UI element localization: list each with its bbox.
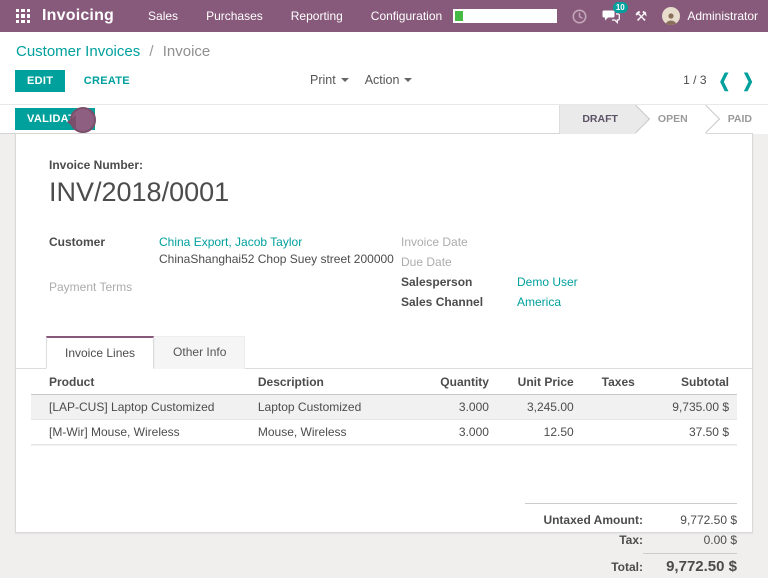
cell-quantity: 3.000 [419, 419, 497, 445]
user-menu[interactable]: Administrator [687, 9, 758, 23]
breadcrumb: Customer Invoices / Invoice [0, 32, 768, 62]
col-header-product: Product [31, 369, 250, 395]
cell-description: Laptop Customized [249, 394, 420, 420]
status-steps: DRAFT OPEN PAID [559, 104, 768, 134]
systray: 10 ⚒ Administrator [452, 1, 758, 25]
action-menus: Print Action [310, 73, 413, 87]
salesperson-link[interactable]: Demo User [517, 275, 578, 289]
breadcrumb-separator: / [149, 43, 154, 60]
field-group-right: Invoice Date Due Date Salesperson Demo U… [401, 235, 578, 315]
invoice-form-sheet: Invoice Number: INV/2018/0001 Customer C… [15, 133, 753, 575]
cell-subtotal: 37.50 $ [652, 419, 737, 445]
breadcrumb-customer-invoices[interactable]: Customer Invoices [16, 43, 140, 60]
control-panel: Customer Invoices / Invoice EDIT CREATE … [0, 32, 768, 104]
tax-label: Tax: [619, 533, 643, 547]
field-group-left: Customer China Export, Jacob Taylor Chin… [49, 235, 401, 315]
invoice-lines-area: Product Description Quantity Unit Price … [16, 369, 752, 578]
record-pager: 1 / 3 ❮ ❯ [683, 71, 754, 89]
col-header-quantity: Quantity [419, 369, 497, 395]
edit-button[interactable]: EDIT [15, 70, 66, 92]
action-dropdown[interactable]: Action [365, 73, 413, 87]
nav-menu-sales[interactable]: Sales [148, 9, 178, 23]
tab-other-info[interactable]: Other Info [154, 336, 246, 369]
progress-indicator [452, 9, 557, 23]
col-header-description: Description [249, 369, 420, 395]
breadcrumb-current: Invoice [162, 43, 211, 60]
statusbar: VALIDATE DRAFT OPEN PAID [0, 104, 768, 134]
cell-taxes [581, 419, 653, 445]
message-count-badge: 10 [612, 1, 628, 13]
app-title: Invoicing [42, 7, 115, 24]
pager-count: 1 / 3 [683, 73, 707, 87]
sales-channel-label: Sales Channel [401, 295, 484, 309]
cell-description: Mouse, Wireless [249, 419, 420, 445]
cell-product: [M-Wir] Mouse, Wireless [31, 419, 250, 445]
totals-block: Untaxed Amount: 9,772.50 $ Tax: 0.00 $ T… [525, 503, 737, 578]
total-value: 9,772.50 $ [643, 553, 737, 575]
customer-address: ChinaShanghai52 Chop Suey street 200000 [159, 252, 394, 266]
chevron-down-icon [404, 78, 413, 82]
cell-taxes [581, 394, 653, 420]
create-button[interactable]: CREATE [74, 70, 140, 92]
control-panel-buttons: EDIT CREATE Print Action 1 / 3 ❮ ❯ [0, 62, 768, 104]
salesperson-label: Salesperson [401, 275, 473, 289]
tab-invoice-lines[interactable]: Invoice Lines [46, 336, 155, 369]
print-label: Print [310, 73, 336, 87]
messages-icon[interactable]: 10 [602, 1, 628, 24]
invoice-number-label: Invoice Number: [49, 158, 144, 172]
total-label: Total: [611, 560, 643, 574]
nav-menu-purchases[interactable]: Purchases [206, 9, 263, 23]
untaxed-amount-value: 9,772.50 $ [680, 513, 737, 527]
status-step-draft[interactable]: DRAFT [560, 104, 636, 134]
nav-menu-configuration[interactable]: Configuration [371, 9, 442, 23]
due-date-label: Due Date [401, 255, 452, 269]
action-label: Action [364, 73, 400, 87]
table-end-line [31, 444, 737, 445]
cell-unit-price: 12.50 [496, 419, 582, 445]
col-header-subtotal: Subtotal [652, 369, 737, 395]
table-row[interactable]: [LAP-CUS] Laptop Customized Laptop Custo… [31, 394, 737, 420]
table-header-row: Product Description Quantity Unit Price … [31, 369, 737, 395]
nav-menu-reporting[interactable]: Reporting [291, 9, 343, 23]
invoice-number: INV/2018/0001 [49, 177, 230, 207]
table-row[interactable]: [M-Wir] Mouse, Wireless Mouse, Wireless … [31, 419, 737, 445]
invoice-date-label: Invoice Date [401, 235, 468, 249]
tax-value: 0.00 $ [703, 533, 737, 547]
untaxed-amount-label: Untaxed Amount: [543, 513, 643, 527]
cell-quantity: 3.000 [419, 394, 497, 420]
top-navbar: Invoicing Sales Purchases Reporting Conf… [0, 0, 768, 32]
main-menu: Sales Purchases Reporting Configuration [148, 9, 442, 23]
avatar[interactable] [662, 7, 681, 25]
pager-next-icon[interactable]: ❯ [742, 71, 754, 89]
field-groups: Customer China Export, Jacob Taylor Chin… [49, 235, 736, 315]
col-header-unit-price: Unit Price [496, 369, 582, 395]
sales-channel-link[interactable]: America [517, 295, 561, 309]
notebook-tabs: Invoice Lines Other Info [16, 336, 752, 369]
progress-fill [454, 11, 463, 21]
customer-link[interactable]: China Export, Jacob Taylor [159, 235, 302, 249]
chevron-down-icon [340, 78, 349, 82]
cell-subtotal: 9,735.00 $ [652, 394, 737, 420]
invoice-lines-table: Product Description Quantity Unit Price … [31, 369, 737, 445]
pager-previous-icon[interactable]: ❮ [719, 71, 731, 89]
cell-unit-price: 3,245.00 [496, 394, 582, 420]
payment-terms-label: Payment Terms [49, 280, 133, 294]
customer-label: Customer [49, 235, 106, 249]
clock-icon[interactable] [572, 9, 587, 24]
tools-icon[interactable]: ⚒ [635, 8, 648, 25]
click-indicator [67, 107, 96, 133]
col-header-taxes: Taxes [581, 369, 653, 395]
cell-product: [LAP-CUS] Laptop Customized [31, 394, 250, 420]
print-dropdown[interactable]: Print [310, 73, 349, 87]
apps-grid-icon[interactable] [16, 9, 30, 23]
